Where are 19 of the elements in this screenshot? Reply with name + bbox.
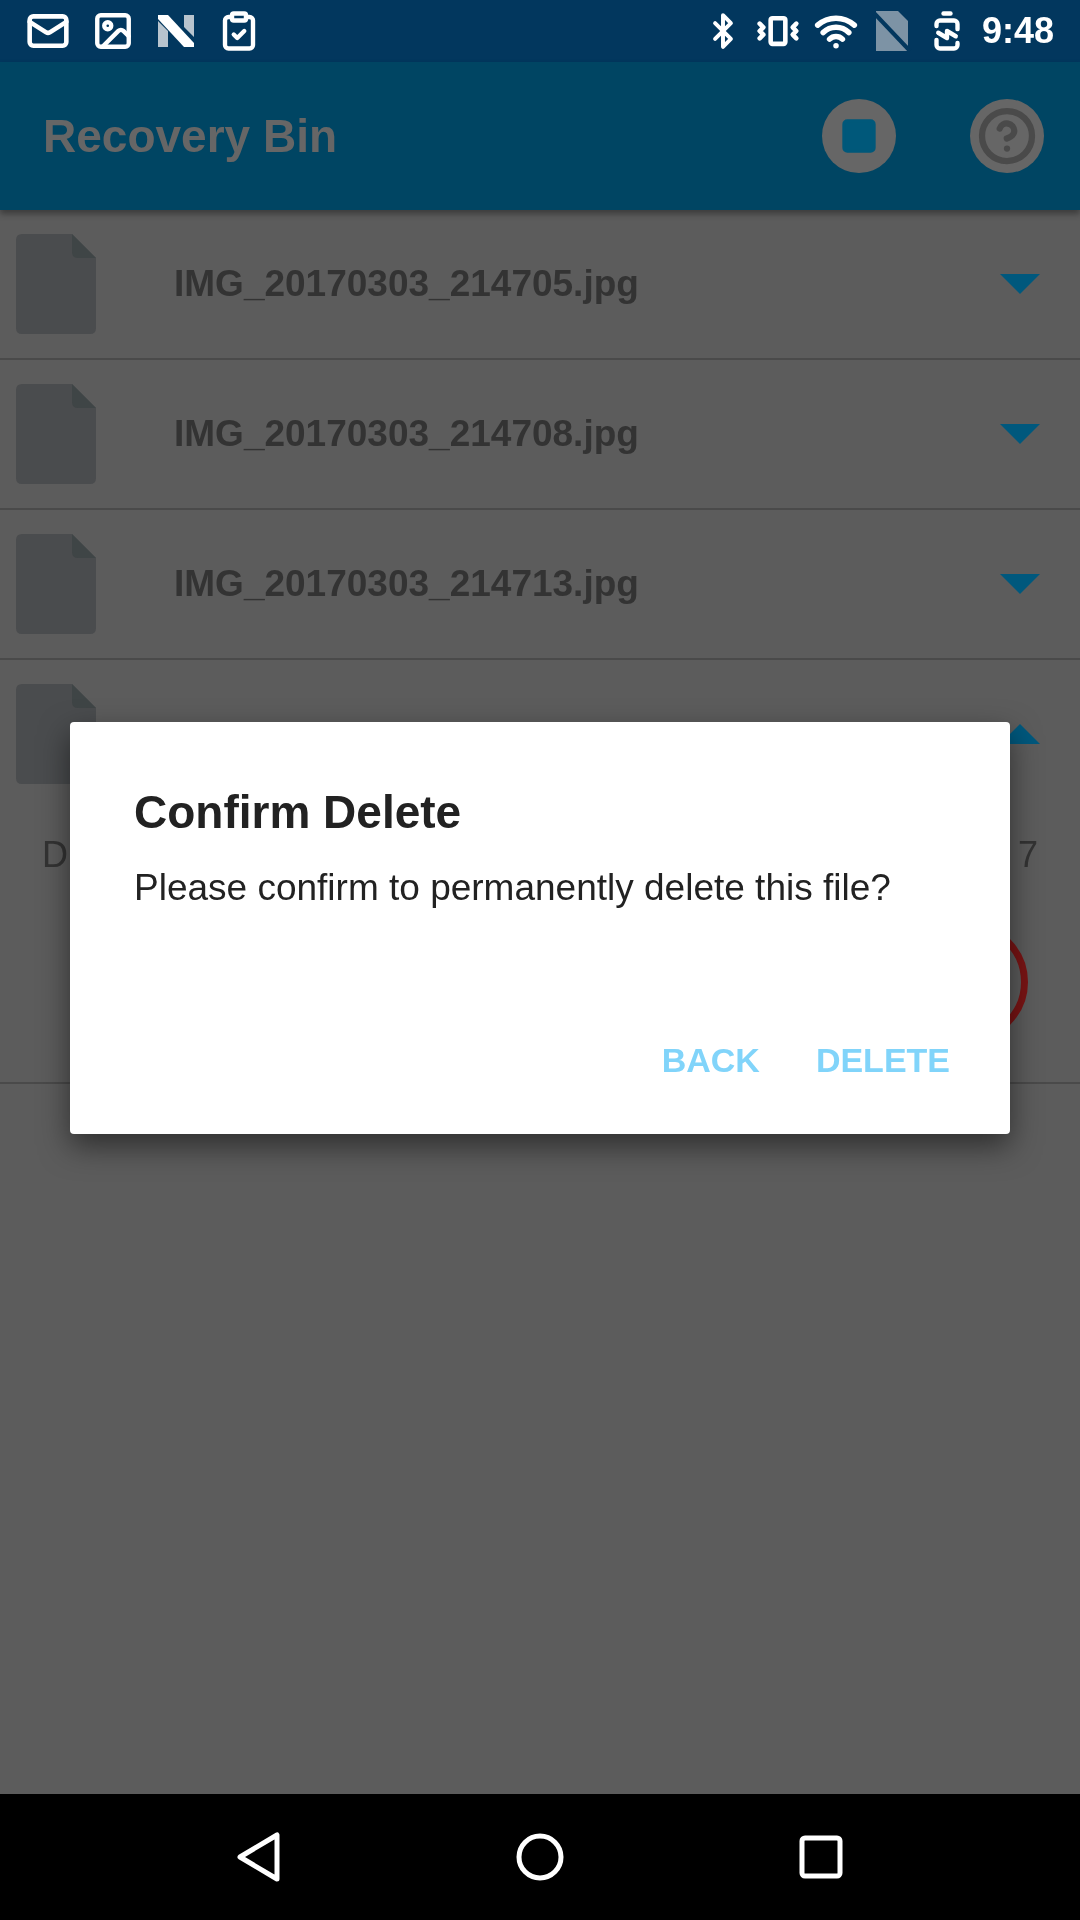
dialog-message: Please confirm to permanently delete this file? (134, 866, 892, 910)
app-title: Recovery Bin (43, 108, 338, 164)
caret-down-icon[interactable] (1000, 424, 1040, 444)
dialog-title: Confirm Delete (134, 785, 463, 840)
file-icon (16, 384, 96, 484)
file-icon (16, 234, 96, 334)
recents-icon[interactable] (799, 1835, 843, 1879)
status-time: 9:48 (981, 9, 1054, 53)
dialog-button[interactable]: BACK (661, 1035, 760, 1086)
image-icon (92, 10, 134, 52)
caret-down-icon[interactable] (1000, 274, 1040, 294)
dialog-button[interactable]: DELETE (815, 1035, 950, 1086)
caret-down-icon[interactable] (1000, 574, 1040, 594)
home-icon[interactable] (515, 1832, 565, 1882)
n-logo-icon (156, 13, 196, 49)
help-icon (977, 106, 1037, 166)
square-icon (839, 116, 879, 156)
back-icon[interactable] (237, 1832, 281, 1882)
file-icon (16, 534, 96, 634)
